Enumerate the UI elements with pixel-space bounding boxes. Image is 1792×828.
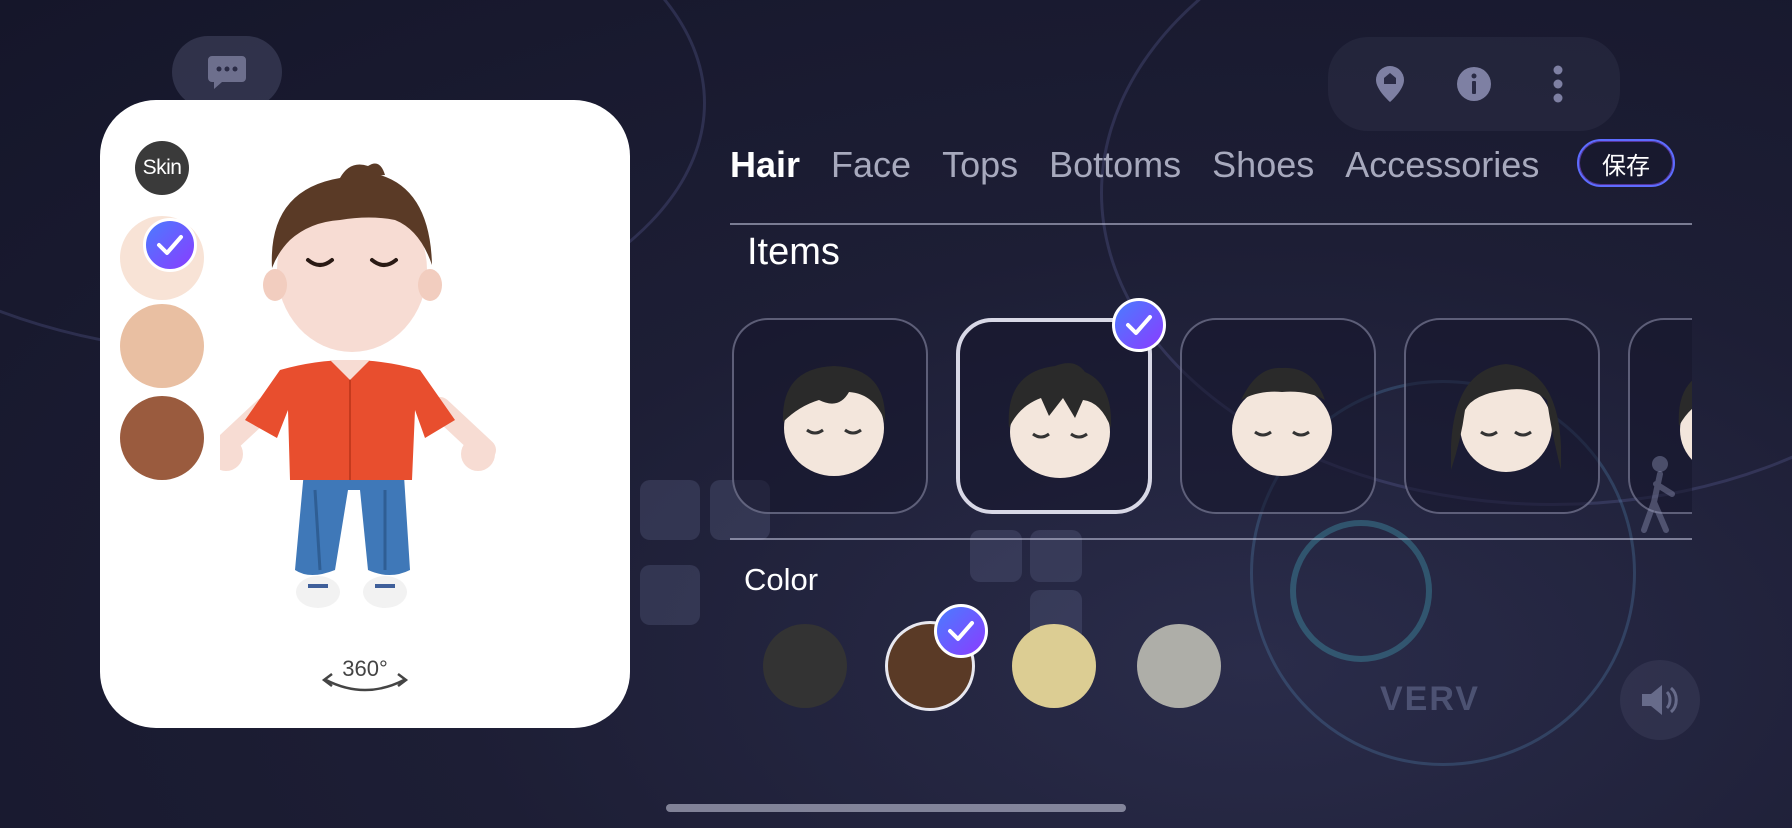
items-title: Items: [747, 231, 840, 273]
hair-style-preview: [1451, 364, 1561, 472]
volume-button[interactable]: [1620, 660, 1700, 740]
exit-icon[interactable]: [1630, 450, 1690, 540]
save-button[interactable]: 保存: [1577, 139, 1675, 187]
more-button[interactable]: [1536, 62, 1580, 106]
bg-logo: [1290, 520, 1432, 662]
hair-color-swatch[interactable]: [763, 624, 847, 708]
tab-bottoms[interactable]: Bottoms: [1049, 144, 1181, 186]
check-icon: [143, 218, 197, 272]
bg-logo-text: VERV: [1380, 680, 1480, 718]
bg-speaker: [640, 565, 700, 625]
speaker-icon: [1642, 685, 1678, 715]
skin-label: Skin: [135, 141, 189, 195]
tab-hair[interactable]: Hair: [730, 144, 800, 186]
rotate-360-label: 360°: [342, 656, 388, 681]
hair-style-preview: [1232, 367, 1332, 476]
more-vertical-icon: [1553, 65, 1563, 103]
check-icon: [1112, 298, 1166, 352]
divider: [730, 223, 1692, 225]
check-icon: [934, 604, 988, 658]
top-controls: [1328, 37, 1620, 131]
skin-swatch-medium[interactable]: [120, 304, 204, 388]
hair-color-swatch[interactable]: [1012, 624, 1096, 708]
avatar-figure[interactable]: [220, 160, 520, 620]
hair-item[interactable]: [732, 318, 928, 514]
tab-shoes[interactable]: Shoes: [1212, 144, 1314, 186]
rotate-360-icon[interactable]: 360°: [320, 652, 410, 700]
info-button[interactable]: [1452, 62, 1496, 106]
chat-bubble-icon: [208, 56, 246, 89]
location-button[interactable]: [1368, 62, 1412, 106]
category-tabs: Hair Face Tops Bottoms Shoes Accessories: [730, 140, 1570, 190]
bg-speaker: [640, 480, 700, 540]
hair-item[interactable]: [956, 318, 1152, 514]
hair-item[interactable]: [1404, 318, 1600, 514]
location-pin-icon: [1376, 66, 1404, 102]
tab-tops[interactable]: Tops: [942, 144, 1018, 186]
chat-button[interactable]: [172, 36, 282, 108]
hair-items-list: [730, 318, 1692, 518]
hair-item[interactable]: [1180, 318, 1376, 514]
home-indicator: [666, 804, 1126, 812]
tab-accessories[interactable]: Accessories: [1345, 144, 1539, 186]
hair-style-preview: [782, 366, 886, 476]
hair-color-swatch[interactable]: [1137, 624, 1221, 708]
skin-swatch-dark[interactable]: [120, 396, 204, 480]
color-title: Color: [744, 562, 819, 597]
hair-style-preview: [1008, 363, 1112, 478]
info-icon: [1457, 67, 1491, 101]
divider: [730, 538, 1692, 540]
tab-face[interactable]: Face: [831, 144, 911, 186]
